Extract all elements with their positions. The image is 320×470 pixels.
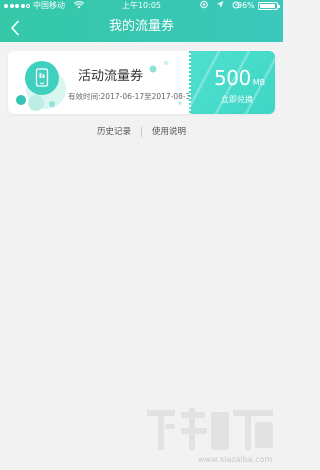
- header-bar: 中国移动 上午10:05 96% 我的流量券: [0, 0, 283, 42]
- history-link[interactable]: 历史记录: [97, 127, 131, 137]
- navigation-arrow-icon: [217, 1, 224, 8]
- battery-percent: 96%: [237, 1, 255, 10]
- location-icon: [200, 0, 208, 9]
- redeem-button[interactable]: 立即兑换: [221, 94, 253, 105]
- page-title: 我的流量券: [108, 19, 174, 34]
- coupon-card[interactable]: 活动流量券 有效时间:2017-06-17至2017-08-31 500 MB 立…: [8, 51, 275, 114]
- amount-value: 500: [214, 66, 251, 90]
- amount-unit: MB: [252, 78, 266, 87]
- watermark-url: www.xiazaiba.com: [198, 455, 273, 464]
- battery-icon: [258, 2, 280, 10]
- link-divider: [141, 126, 142, 137]
- coupon-title: 活动流量券: [78, 69, 144, 84]
- instructions-link[interactable]: 使用说明: [152, 127, 186, 137]
- coupon-validity: 有效时间:2017-06-17至2017-08-31: [68, 92, 196, 101]
- phone-icon: [24, 60, 60, 96]
- watermark-logo: [147, 408, 273, 450]
- coupon-body: 活动流量券 有效时间:2017-06-17至2017-08-31: [8, 51, 195, 114]
- status-bar: 中国移动 上午10:05 96%: [0, 0, 283, 11]
- coupon-amount: 500 MB: [214, 66, 265, 90]
- bottom-links: 历史记录 使用说明: [0, 125, 283, 137]
